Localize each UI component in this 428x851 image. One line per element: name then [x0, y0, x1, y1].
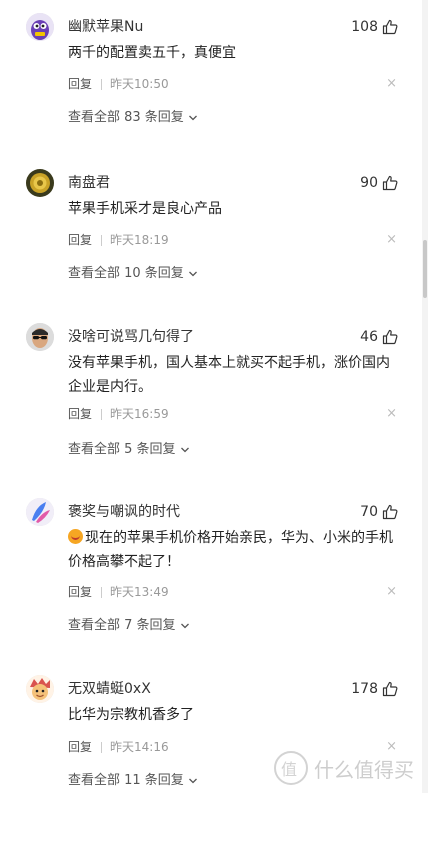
- like-count: 46: [360, 329, 378, 345]
- comment-text: 苹果手机采才是良心产品: [68, 201, 222, 217]
- like-count: 70: [360, 504, 378, 520]
- view-all-label: 查看全部 10 条回复: [68, 266, 184, 281]
- cartoon-character-avatar-icon: [26, 675, 54, 703]
- thumbs-up-icon: [382, 175, 398, 191]
- like-count: 108: [351, 19, 378, 35]
- chevron-down-icon: [188, 115, 197, 121]
- avatar[interactable]: [26, 675, 54, 703]
- like-count: 178: [351, 681, 378, 697]
- divider: [101, 78, 103, 90]
- like-button[interactable]: 70: [360, 502, 398, 522]
- reply-button[interactable]: 回复: [68, 75, 92, 93]
- comment-text: 两千的配置卖五千，真便宜: [68, 45, 236, 61]
- close-icon[interactable]: ×: [386, 75, 397, 93]
- timestamp: 昨天18:19: [110, 233, 169, 247]
- divider: [101, 741, 103, 753]
- timestamp: 昨天16:59: [110, 407, 169, 421]
- chevron-down-icon: [188, 271, 197, 277]
- reply-button[interactable]: 回复: [68, 231, 92, 249]
- view-all-label: 查看全部 83 条回复: [68, 110, 184, 125]
- comment-text: 比华为宗教机香多了: [68, 707, 194, 723]
- like-button[interactable]: 90: [360, 173, 398, 193]
- timestamp: 昨天14:16: [110, 740, 169, 754]
- close-icon[interactable]: ×: [386, 405, 397, 423]
- view-all-label: 查看全部 5 条回复: [68, 442, 176, 457]
- like-button[interactable]: 46: [360, 327, 398, 347]
- close-icon[interactable]: ×: [386, 231, 397, 249]
- blue-pink-feather-avatar-icon: [26, 498, 54, 526]
- avatar[interactable]: [26, 13, 54, 41]
- like-button[interactable]: 178: [351, 679, 398, 699]
- comment-meta: 回复 昨天10:50: [68, 75, 169, 93]
- view-all-replies-link[interactable]: 查看全部 83 条回复: [68, 108, 198, 128]
- comment-text: 没有苹果手机，国人基本上就买不起手机，涨价国内企业是内行。: [68, 355, 390, 395]
- comment-meta: 回复 昨天14:16: [68, 738, 169, 756]
- reply-button[interactable]: 回复: [68, 405, 92, 423]
- username[interactable]: 褒奖与嘲讽的时代: [68, 502, 180, 522]
- scrollbar[interactable]: [422, 0, 428, 793]
- avatar[interactable]: [26, 498, 54, 526]
- comment-item: 褒奖与嘲讽的时代 70 现在的苹果手机价格开始亲民，华为、小米的手机价格高攀不起…: [0, 498, 428, 674]
- view-all-replies-link[interactable]: 查看全部 10 条回复: [68, 264, 198, 284]
- purple-cartoon-avatar-icon: [26, 13, 54, 41]
- avatar[interactable]: [26, 169, 54, 197]
- divider: [101, 408, 103, 420]
- watermark: 什么值得买: [274, 751, 414, 785]
- thumbs-up-icon: [382, 681, 398, 697]
- timestamp: 昨天10:50: [110, 77, 169, 91]
- thumbs-up-icon: [382, 19, 398, 35]
- chevron-down-icon: [180, 447, 189, 453]
- username[interactable]: 无双蜻蜓0xX: [68, 679, 151, 699]
- view-all-replies-link[interactable]: 查看全部 7 条回复: [68, 616, 190, 636]
- sunglasses-man-avatar-icon: [26, 323, 54, 351]
- gold-emblem-avatar-icon: [26, 169, 54, 197]
- like-count: 90: [360, 175, 378, 191]
- comment-item: 南盘君 90 苹果手机采才是良心产品 回复 昨天18:19 × 查看全部 10 …: [0, 169, 428, 345]
- username[interactable]: 南盘君: [68, 173, 110, 193]
- view-all-replies-link[interactable]: 查看全部 11 条回复: [68, 771, 198, 791]
- chevron-down-icon: [188, 778, 197, 784]
- like-button[interactable]: 108: [351, 17, 398, 37]
- divider: [101, 586, 103, 598]
- view-all-label: 查看全部 7 条回复: [68, 618, 176, 633]
- reply-button[interactable]: 回复: [68, 738, 92, 756]
- comment-meta: 回复 昨天13:49: [68, 583, 169, 601]
- close-icon[interactable]: ×: [386, 583, 397, 601]
- thumbs-up-icon: [382, 504, 398, 520]
- divider: [101, 234, 103, 246]
- chevron-down-icon: [180, 623, 189, 629]
- view-all-replies-link[interactable]: 查看全部 5 条回复: [68, 440, 190, 460]
- avatar[interactable]: [26, 323, 54, 351]
- username[interactable]: 没啥可说骂几句得了: [68, 327, 194, 347]
- reply-button[interactable]: 回复: [68, 583, 92, 601]
- timestamp: 昨天13:49: [110, 585, 169, 599]
- comment-meta: 回复 昨天16:59: [68, 405, 169, 423]
- laughing-emoji-icon: [68, 529, 83, 544]
- scrollbar-thumb[interactable]: [423, 240, 427, 298]
- comment-meta: 回复 昨天18:19: [68, 231, 169, 249]
- comment-text-body: 现在的苹果手机价格开始亲民，华为、小米的手机价格高攀不起了！: [68, 530, 393, 570]
- username[interactable]: 幽默苹果Nu: [68, 17, 143, 37]
- watermark-text: 什么值得买: [314, 757, 414, 782]
- watermark-logo-icon: [274, 751, 308, 785]
- comment-item: 没啥可说骂几句得了 46 没有苹果手机，国人基本上就买不起手机，涨价国内企业是内…: [0, 323, 428, 499]
- thumbs-up-icon: [382, 329, 398, 345]
- view-all-label: 查看全部 11 条回复: [68, 773, 184, 788]
- comment-item: 幽默苹果Nu 108 两千的配置卖五千，真便宜 回复 昨天10:50 × 查看全…: [0, 13, 428, 189]
- comment-text: 现在的苹果手机价格开始亲民，华为、小米的手机价格高攀不起了！: [68, 526, 403, 574]
